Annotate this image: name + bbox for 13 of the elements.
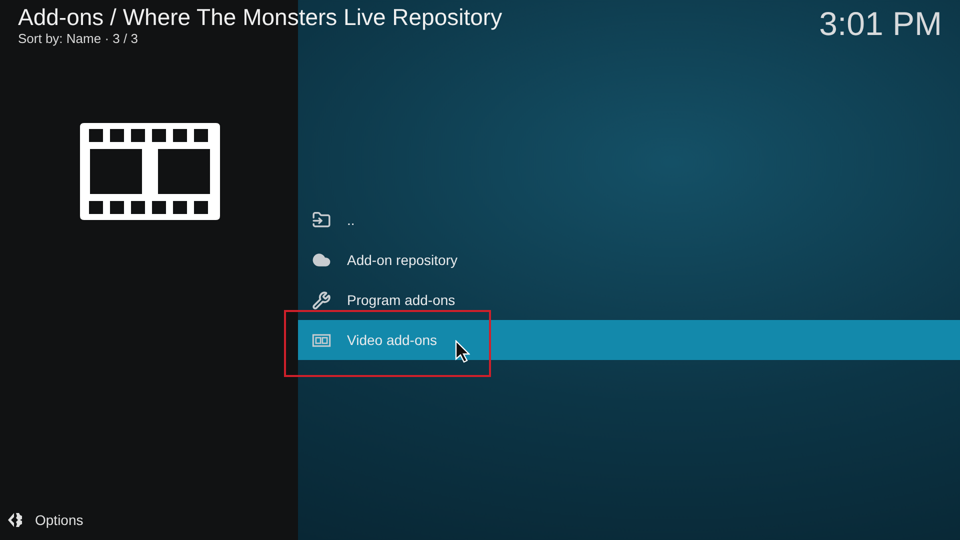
window-title: Add-ons / Where The Monsters Live Repository	[18, 3, 502, 32]
options-button[interactable]: Options	[35, 510, 84, 530]
list-item[interactable]: Program add-ons	[298, 280, 960, 320]
list-item[interactable]: ..	[298, 200, 960, 240]
clock: 3:01 PM	[819, 4, 942, 44]
film-icon	[312, 334, 331, 346]
options-icon	[7, 512, 23, 528]
film-strip-icon	[80, 123, 220, 220]
mouse-pointer-icon	[455, 340, 470, 363]
folder-back-icon	[312, 210, 331, 230]
sort-info: Sort by: Name · 3 / 3	[18, 32, 139, 46]
list-item[interactable]: Add-on repository	[298, 240, 960, 280]
wrench-icon	[312, 290, 331, 310]
